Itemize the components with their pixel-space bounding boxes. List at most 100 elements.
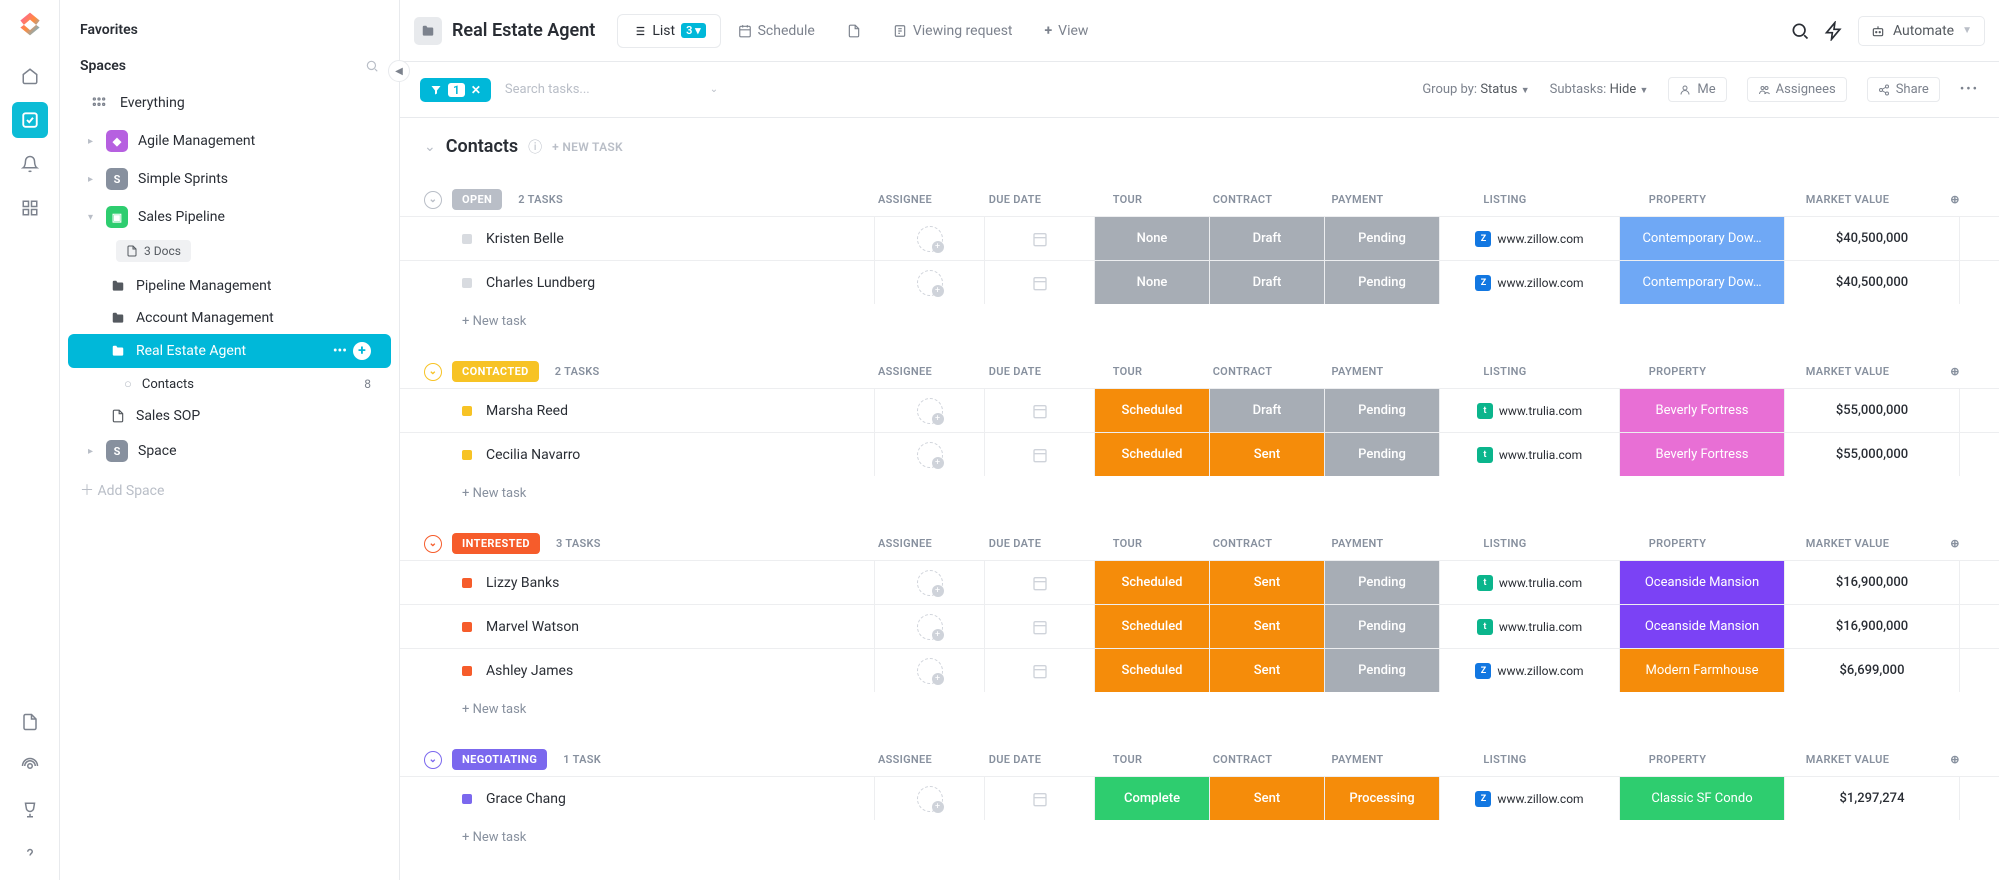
- assignee-cell[interactable]: [874, 433, 984, 476]
- new-task-button[interactable]: + New task: [400, 692, 1999, 727]
- sidebar-item-account-management[interactable]: Account Management: [68, 302, 391, 334]
- assignee-cell[interactable]: [874, 389, 984, 432]
- assignee-cell[interactable]: [874, 261, 984, 304]
- task-row[interactable]: Charles Lundberg None Draft Pending Zwww…: [400, 260, 1999, 304]
- value-cell[interactable]: $40,500,000: [1784, 217, 1959, 260]
- duedate-cell[interactable]: [984, 777, 1094, 820]
- collapse-icon[interactable]: ⌄: [424, 191, 442, 209]
- duedate-cell[interactable]: [984, 389, 1094, 432]
- listing-cell[interactable]: twww.trulia.com: [1439, 433, 1619, 476]
- plus-icon[interactable]: +: [353, 342, 371, 360]
- value-cell[interactable]: $40,500,000: [1784, 261, 1959, 304]
- collapse-icon[interactable]: ⌄: [424, 363, 442, 381]
- view-tab-List[interactable]: List3 ▾: [617, 14, 720, 48]
- sidebar-item-real-estate-agent[interactable]: Real Estate Agent•••+: [68, 334, 391, 368]
- property-cell[interactable]: Contemporary Dow…: [1619, 261, 1784, 304]
- contract-cell[interactable]: Draft: [1209, 217, 1324, 260]
- listing-cell[interactable]: Zwww.zillow.com: [1439, 217, 1619, 260]
- sidebar-everything[interactable]: Everything: [68, 84, 391, 122]
- sidebar-item-pipeline-management[interactable]: Pipeline Management: [68, 270, 391, 302]
- info-icon[interactable]: ⓘ: [528, 137, 542, 157]
- add-space-button[interactable]: ＋ Add Space: [60, 470, 399, 510]
- task-row[interactable]: Marsha Reed Scheduled Draft Pending twww…: [400, 388, 1999, 432]
- tour-cell[interactable]: None: [1094, 261, 1209, 304]
- assignee-cell[interactable]: [874, 777, 984, 820]
- contract-cell[interactable]: Sent: [1209, 777, 1324, 820]
- value-cell[interactable]: $55,000,000: [1784, 389, 1959, 432]
- value-cell[interactable]: $16,900,000: [1784, 605, 1959, 648]
- sidebar-space-agile-management[interactable]: ▸◆Agile Management: [68, 122, 391, 160]
- duedate-cell[interactable]: [984, 261, 1094, 304]
- rail-tasks-icon[interactable]: [12, 102, 48, 138]
- listing-cell[interactable]: Zwww.zillow.com: [1439, 777, 1619, 820]
- contract-cell[interactable]: Draft: [1209, 261, 1324, 304]
- search-input[interactable]: Search tasks... ⌄: [505, 82, 725, 97]
- assignee-cell[interactable]: [874, 649, 984, 692]
- rail-home-icon[interactable]: [12, 58, 48, 94]
- view-tab-Viewing request[interactable]: Viewing request: [878, 14, 1028, 48]
- payment-cell[interactable]: Pending: [1324, 649, 1439, 692]
- sidebar-space-simple-sprints[interactable]: ▸SSimple Sprints: [68, 160, 391, 198]
- property-cell[interactable]: Classic SF Condo: [1619, 777, 1784, 820]
- listing-cell[interactable]: Zwww.zillow.com: [1439, 261, 1619, 304]
- assignee-cell[interactable]: [874, 605, 984, 648]
- sidebar-favorites-header[interactable]: Favorites: [60, 12, 399, 48]
- property-cell[interactable]: Contemporary Dow…: [1619, 217, 1784, 260]
- property-cell[interactable]: Oceanside Mansion: [1619, 561, 1784, 604]
- task-row[interactable]: Grace Chang Complete Sent Processing Zww…: [400, 776, 1999, 820]
- property-cell[interactable]: Oceanside Mansion: [1619, 605, 1784, 648]
- rail-dashboards-icon[interactable]: [12, 190, 48, 226]
- new-task-button[interactable]: + New task: [400, 820, 1999, 855]
- new-task-button[interactable]: + New task: [400, 304, 1999, 339]
- contract-cell[interactable]: Draft: [1209, 389, 1324, 432]
- rail-notifications-icon[interactable]: [12, 146, 48, 182]
- rail-help-icon[interactable]: [12, 836, 48, 872]
- bolt-icon[interactable]: [1824, 21, 1844, 41]
- contract-cell[interactable]: Sent: [1209, 649, 1324, 692]
- assignee-cell[interactable]: [874, 217, 984, 260]
- app-logo-icon[interactable]: [16, 10, 44, 38]
- share-button[interactable]: Share: [1867, 77, 1940, 102]
- view-tab-View[interactable]: +View: [1030, 14, 1104, 48]
- collapse-icon[interactable]: ⌄: [424, 139, 436, 155]
- status-badge[interactable]: INTERESTED: [452, 533, 540, 554]
- sidebar-space-space[interactable]: ▸SSpace: [68, 432, 391, 470]
- filter-chip[interactable]: 1 ✕: [420, 78, 491, 102]
- duedate-cell[interactable]: [984, 561, 1094, 604]
- rail-pulse-icon[interactable]: [12, 748, 48, 784]
- new-task-button[interactable]: + New task: [400, 476, 1999, 511]
- new-task-button[interactable]: + NEW TASK: [552, 140, 623, 154]
- me-button[interactable]: Me: [1668, 77, 1726, 102]
- add-column-icon[interactable]: ⊕: [1935, 537, 1975, 550]
- sidebar-item-sales-sop[interactable]: Sales SOP: [68, 400, 391, 432]
- tour-cell[interactable]: None: [1094, 217, 1209, 260]
- status-badge[interactable]: NEGOTIATING: [452, 749, 547, 770]
- contract-cell[interactable]: Sent: [1209, 561, 1324, 604]
- payment-cell[interactable]: Pending: [1324, 389, 1439, 432]
- value-cell[interactable]: $1,297,274: [1784, 777, 1959, 820]
- value-cell[interactable]: $16,900,000: [1784, 561, 1959, 604]
- listing-cell[interactable]: Zwww.zillow.com: [1439, 649, 1619, 692]
- add-column-icon[interactable]: ⊕: [1935, 365, 1975, 378]
- rail-goals-icon[interactable]: [12, 792, 48, 828]
- payment-cell[interactable]: Pending: [1324, 561, 1439, 604]
- contract-cell[interactable]: Sent: [1209, 605, 1324, 648]
- view-tab-doc[interactable]: [832, 14, 876, 48]
- tour-cell[interactable]: Scheduled: [1094, 561, 1209, 604]
- search-icon[interactable]: [365, 59, 379, 73]
- collapse-icon[interactable]: ⌄: [424, 751, 442, 769]
- duedate-cell[interactable]: [984, 217, 1094, 260]
- task-row[interactable]: Cecilia Navarro Scheduled Sent Pending t…: [400, 432, 1999, 476]
- task-row[interactable]: Kristen Belle None Draft Pending Zwww.zi…: [400, 216, 1999, 260]
- contract-cell[interactable]: Sent: [1209, 433, 1324, 476]
- value-cell[interactable]: $55,000,000: [1784, 433, 1959, 476]
- add-column-icon[interactable]: ⊕: [1935, 193, 1975, 206]
- docs-pill[interactable]: 3 Docs: [116, 240, 191, 262]
- property-cell[interactable]: Beverly Fortress: [1619, 389, 1784, 432]
- duedate-cell[interactable]: [984, 649, 1094, 692]
- collapse-icon[interactable]: ⌄: [424, 535, 442, 553]
- listing-cell[interactable]: twww.trulia.com: [1439, 561, 1619, 604]
- payment-cell[interactable]: Pending: [1324, 217, 1439, 260]
- groupby-dropdown[interactable]: Group by: Status ▼: [1422, 82, 1529, 97]
- task-row[interactable]: Marvel Watson Scheduled Sent Pending tww…: [400, 604, 1999, 648]
